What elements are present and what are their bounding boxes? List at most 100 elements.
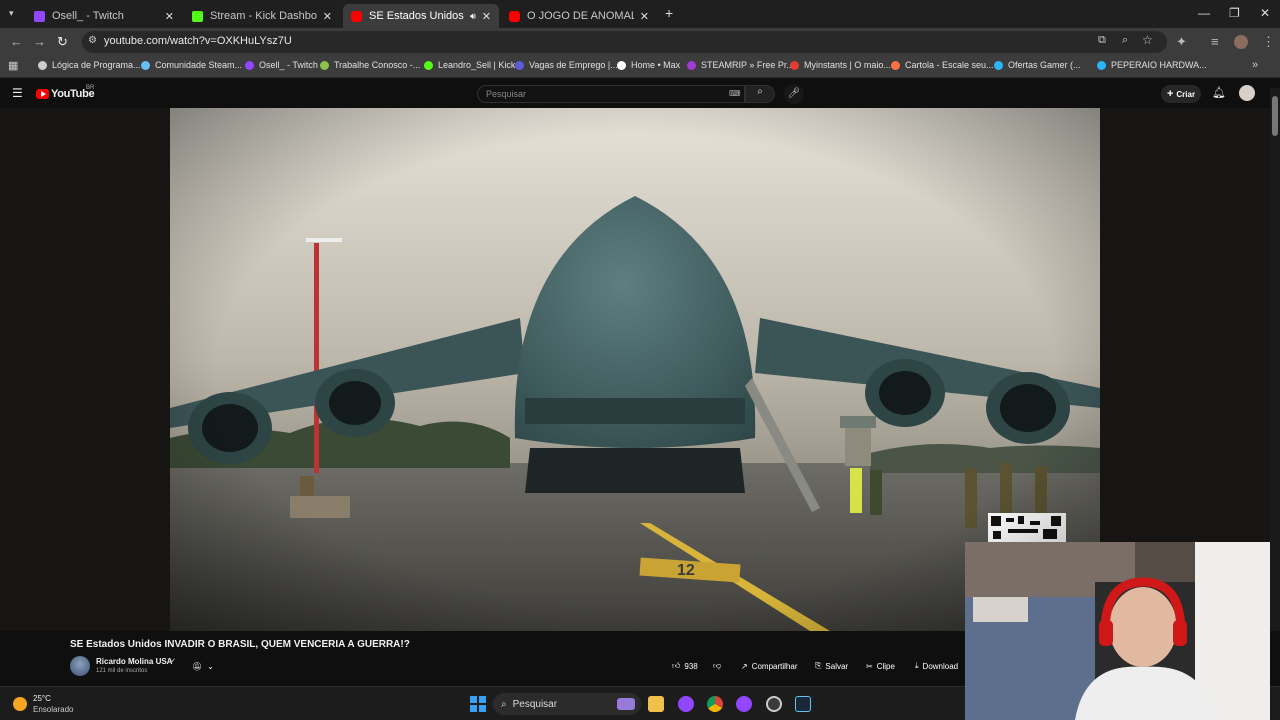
bookmark-item[interactable]: Myinstants | O maio...: [790, 60, 891, 70]
bookmark-item[interactable]: Lógica de Programa...: [38, 60, 141, 70]
save-button[interactable]: ⎘ Salvar: [815, 658, 848, 674]
search-input[interactable]: Pesquisar ⌨: [477, 85, 745, 103]
bed-pillow: [973, 597, 1028, 622]
bookmark-item[interactable]: Osell_ - Twitch: [245, 60, 318, 70]
close-icon[interactable]: ✕: [165, 10, 174, 23]
bookmark-label: Myinstants | O maio...: [804, 60, 891, 70]
bookmark-item[interactable]: Ofertas Gamer (...: [994, 60, 1081, 70]
windows-start-icon[interactable]: [470, 696, 486, 712]
share-button[interactable]: ↗ Compartilhar: [741, 658, 798, 674]
weather-desc[interactable]: Ensolarado: [33, 705, 73, 714]
minimize-icon[interactable]: —: [1198, 6, 1210, 20]
play-triangle-icon: [41, 91, 46, 97]
account-avatar[interactable]: [1239, 85, 1255, 101]
webcam-feed: [965, 542, 1270, 720]
browser-tab-strip: ▾ Osell_ - Twitch ✕ Stream - Kick Dashbo…: [0, 0, 1280, 28]
reload-icon[interactable]: ↻: [57, 34, 68, 50]
chrome-menu-icon[interactable]: ⋮: [1262, 34, 1275, 50]
search-highlight-icon: [617, 698, 635, 710]
bookmark-favicon-icon: [38, 60, 47, 70]
channel-avatar[interactable]: [70, 656, 90, 676]
taskbar-search[interactable]: ⌕ Pesquisar: [493, 693, 641, 715]
bookmark-label: Cartola - Escale seu...: [905, 60, 994, 70]
voice-search-button[interactable]: 🎤︎: [784, 84, 804, 104]
page-scrollbar[interactable]: [1270, 88, 1280, 720]
extensions-icon[interactable]: ✦: [1176, 34, 1187, 50]
tab-youtube-2[interactable]: O JOGO DE ANOMALIAS MAIS ✕: [501, 4, 657, 28]
apps-grid-icon[interactable]: ▦: [8, 59, 18, 72]
dislike-button[interactable]: 👎︎: [713, 658, 721, 674]
door: [1195, 542, 1270, 720]
close-icon[interactable]: ✕: [482, 10, 491, 23]
download-icon: ⤓: [915, 661, 919, 670]
close-icon[interactable]: ✕: [323, 10, 332, 23]
url-text[interactable]: youtube.com/watch?v=OXKHuLYsz7U: [104, 35, 292, 47]
restore-icon[interactable]: ❐: [1229, 6, 1240, 20]
notification-bell-button[interactable]: 🔕︎ ⌄: [192, 658, 214, 674]
weather-temp[interactable]: 25°C: [33, 694, 51, 703]
bookmark-item[interactable]: Home • Max: [617, 60, 680, 70]
bookmark-item[interactable]: PEPERAIO HARDWA...: [1097, 60, 1207, 70]
bookmark-item[interactable]: Comunidade Steam...: [141, 60, 242, 70]
back-icon[interactable]: ←: [10, 34, 23, 49]
site-info-icon[interactable]: ⚙: [88, 35, 97, 46]
media-control-icon[interactable]: ≡: [1211, 34, 1219, 49]
clip-button[interactable]: ✂ Clipe: [866, 658, 895, 674]
tab-twitch[interactable]: Osell_ - Twitch ✕: [26, 4, 182, 28]
chrome-icon[interactable]: [707, 696, 723, 712]
tab-youtube-active[interactable]: SE Estados Unidos INVADIR 🔊︎ ✕: [343, 4, 499, 28]
install-icon[interactable]: ⧉: [1098, 34, 1106, 47]
youtube-masthead: ☰ YouTube BR Pesquisar ⌨ ⌕ 🎤︎ + Criar 🔔︎: [0, 79, 1280, 108]
bookmark-label: Comunidade Steam...: [155, 60, 243, 70]
bookmark-item[interactable]: Trabalhe Conosco -...: [320, 60, 420, 70]
profile-avatar[interactable]: [1234, 35, 1248, 49]
steam-icon[interactable]: [795, 696, 811, 712]
bookmark-item[interactable]: STEAMRIP » Free Pr...: [687, 60, 794, 70]
subscriber-count: 121 mil de inscritos: [96, 668, 148, 674]
chevron-down-icon: ⌄: [207, 661, 214, 671]
bookmark-item[interactable]: Leandro_Sell | Kick: [424, 60, 515, 70]
tab-search-icon[interactable]: ▾: [9, 8, 14, 19]
obs-icon[interactable]: [766, 696, 782, 712]
twitch-app-icon[interactable]: [678, 696, 694, 712]
create-button[interactable]: + Criar: [1161, 85, 1201, 103]
zoom-icon[interactable]: ⌕: [1122, 34, 1128, 47]
clip-label: Clipe: [876, 661, 895, 671]
save-label: Salvar: [825, 661, 849, 671]
new-tab-button[interactable]: +: [665, 5, 673, 21]
hamburger-menu-icon[interactable]: ☰: [12, 86, 23, 100]
tab-title: SE Estados Unidos INVADIR: [369, 10, 466, 22]
bell-off-icon: 🔕︎: [192, 661, 203, 671]
share-icon: ↗: [741, 661, 748, 671]
file-explorer-icon[interactable]: [648, 696, 664, 712]
bookmark-item[interactable]: Vagas de Emprego |...: [515, 60, 618, 70]
taskbar-search-label: Pesquisar: [512, 698, 558, 710]
weather-sun-icon[interactable]: [13, 697, 27, 711]
speaker-icon[interactable]: 🔊︎: [470, 11, 476, 22]
video-player[interactable]: 12: [170, 108, 1100, 631]
bookmark-favicon-icon: [891, 60, 900, 70]
close-icon[interactable]: ✕: [640, 10, 649, 23]
forward-icon[interactable]: →: [33, 34, 46, 49]
bookmark-item[interactable]: Cartola - Escale seu...: [891, 60, 994, 70]
window-close-icon[interactable]: ✕: [1260, 6, 1270, 20]
video-title: SE Estados Unidos INVADIR O BRASIL, QUEM…: [70, 639, 410, 650]
channel-name[interactable]: Ricardo Molina USA: [96, 657, 172, 666]
notifications-bell-icon[interactable]: 🔔︎: [1212, 86, 1226, 99]
search-button[interactable]: ⌕: [745, 85, 775, 103]
more-bookmarks-icon[interactable]: »: [1252, 59, 1258, 71]
twitch-studio-icon[interactable]: [736, 696, 752, 712]
scrollbar-thumb[interactable]: [1272, 96, 1278, 136]
address-bar[interactable]: ⚙ youtube.com/watch?v=OXKHuLYsz7U ⧉ ⌕ ☆: [82, 31, 1167, 53]
download-button[interactable]: ⤓ Download: [915, 658, 958, 674]
person-head: [1109, 587, 1177, 667]
bookmark-icon: ⎘: [815, 661, 822, 670]
like-button[interactable]: 👍︎ 938: [672, 658, 698, 674]
tab-kick[interactable]: Stream - Kick Dashboard ✕: [184, 4, 340, 28]
bookmark-label: Osell_ - Twitch: [259, 60, 318, 70]
twitch-icon: [34, 10, 45, 22]
bookmark-star-icon[interactable]: ☆: [1142, 33, 1153, 47]
search-placeholder: Pesquisar: [486, 89, 527, 99]
keyboard-icon[interactable]: ⌨: [729, 89, 741, 98]
bookmark-label: Home • Max: [631, 60, 681, 70]
